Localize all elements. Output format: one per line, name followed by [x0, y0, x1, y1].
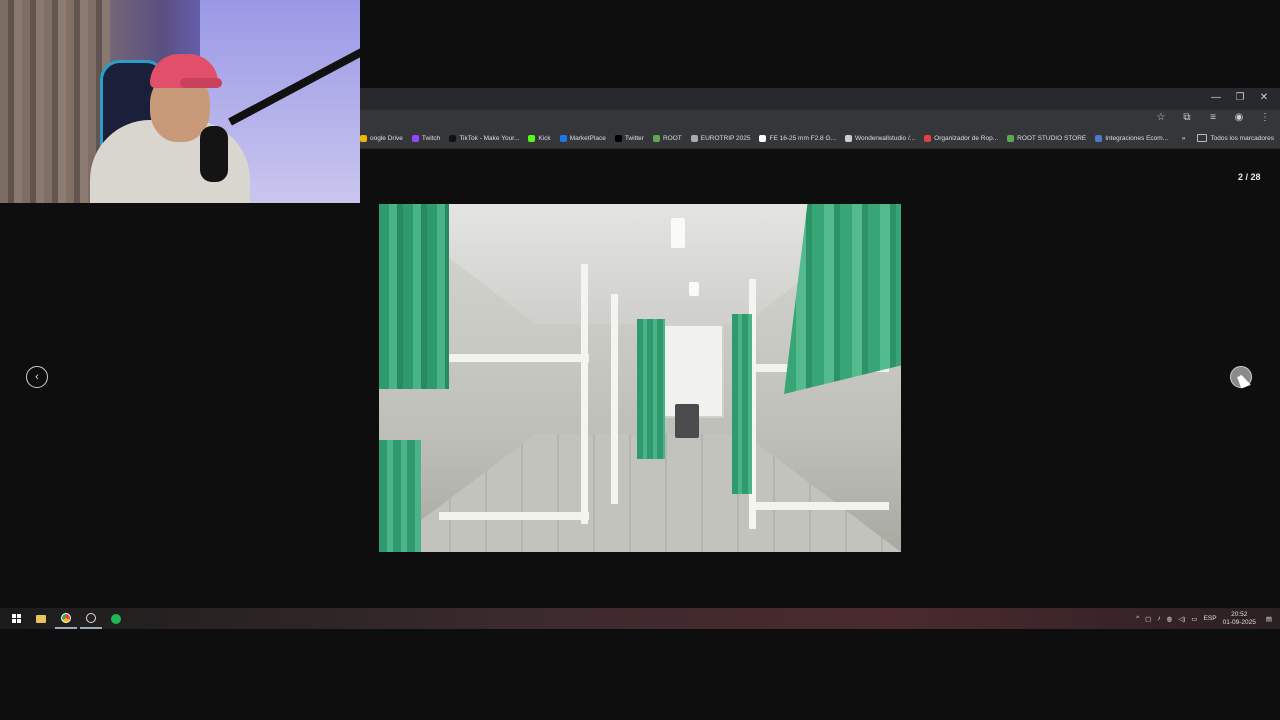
clock-date: 01-09-2025: [1222, 618, 1256, 626]
extensions-icon[interactable]: ⧉: [1180, 111, 1194, 125]
bookmark-label: Twitter: [624, 134, 644, 142]
hostel-dorm-photo: [379, 204, 901, 552]
toolbar-icons: ☆ ⧉ ≡ ◉ ⋮: [1154, 111, 1272, 125]
photo-light-far: [689, 282, 699, 296]
doc-icon: [1095, 134, 1103, 142]
windows-icon: [11, 614, 21, 623]
bookmark-item[interactable]: ROOT: [652, 134, 682, 142]
facebook-icon: [559, 134, 567, 142]
bookmark-item[interactable]: Twitter: [614, 134, 644, 142]
all-bookmarks-button[interactable]: Todos los marcadores: [1197, 134, 1274, 142]
photo-post-left: [581, 264, 588, 524]
bookmark-label: ROOT STUDIO STORE: [1017, 134, 1087, 142]
more-bookmarks-icon[interactable]: »: [1182, 135, 1186, 142]
photo-curtain-left-lower: [379, 440, 421, 552]
minimize-icon[interactable]: —: [1208, 90, 1224, 106]
bookmark-label: MarketPlace: [569, 134, 606, 142]
photo-curtain-mid-left: [637, 319, 665, 459]
bookmark-item[interactable]: FE 16-25 mm F2.8 G...: [759, 134, 836, 142]
photo-curtain-mid-right: [732, 314, 752, 494]
browser-titlebar: — ❐ ✕: [360, 88, 1280, 110]
bookmark-label: oogle Drive: [370, 134, 403, 142]
bookmarks-right: » Todos los marcadores: [1182, 128, 1274, 148]
twitch-icon: [411, 134, 419, 142]
obs-icon: [86, 612, 96, 623]
bookmark-item[interactable]: EUROTRIP 2025: [690, 134, 751, 142]
restore-icon[interactable]: ❐: [1232, 90, 1248, 106]
system-tray: ^ ▢ ♪ ◍ ◁) ▭ ESP 20:52 01-09-2025 ▤: [1136, 608, 1272, 629]
image-counter: 2 / 28: [1238, 172, 1261, 182]
photo-suitcase: [675, 404, 699, 438]
bookmark-label: Wonderwallstudio /...: [854, 134, 916, 142]
network-icon[interactable]: ◍: [1167, 615, 1173, 623]
tray-app-icon[interactable]: ▢: [1145, 615, 1151, 623]
bookmark-label: FE 16-25 mm F2.8 G...: [769, 134, 836, 142]
window-controls: — ❐ ✕: [1208, 90, 1272, 106]
spotify-icon: [111, 613, 121, 624]
clock[interactable]: 20:52 01-09-2025: [1223, 611, 1256, 627]
bookmark-label: EUROTRIP 2025: [700, 134, 751, 142]
media-icon[interactable]: ≡: [1206, 111, 1220, 125]
photo-bunk-left: [439, 354, 589, 520]
google-drive-icon: [360, 134, 367, 142]
sony-icon: [759, 134, 767, 142]
bookmark-label: TikTok - Make Your...: [459, 134, 520, 142]
x-icon: [614, 134, 622, 142]
folder-icon: [1197, 134, 1208, 142]
language-indicator[interactable]: ESP: [1204, 615, 1217, 622]
bookmark-label: ROOT: [662, 134, 682, 142]
microphone: [200, 126, 228, 182]
kick-icon: [528, 134, 536, 142]
previous-image-button[interactable]: ‹: [26, 366, 48, 388]
all-bookmarks-label: Todos los marcadores: [1210, 134, 1274, 142]
bookmark-item[interactable]: ROOT STUDIO STORE: [1007, 134, 1087, 142]
bookmark-item[interactable]: Integraciones Ecom...: [1095, 134, 1169, 142]
bookmark-item[interactable]: Wonderwallstudio /...: [844, 134, 916, 142]
menu-icon[interactable]: ⋮: [1258, 111, 1272, 125]
tiktok-icon: [449, 134, 457, 142]
close-icon[interactable]: ✕: [1256, 90, 1272, 106]
star-icon[interactable]: ☆: [1154, 111, 1168, 125]
taskbar-spotify[interactable]: [105, 608, 127, 629]
bookmarks-bar: oogle Drive Twitch TikTok - Make Your... Ki…: [360, 128, 1280, 149]
shopify-icon: [1007, 134, 1015, 142]
folder-icon: [36, 614, 46, 623]
bookmark-label: Twitch: [421, 134, 441, 142]
photo-curtain-left: [379, 204, 449, 389]
chrome-icon: [61, 612, 71, 623]
profile-icon[interactable]: ◉: [1232, 111, 1246, 125]
photo-post-left-2: [611, 294, 618, 504]
notifications-icon[interactable]: ▤: [1266, 615, 1272, 623]
folder-icon: [690, 134, 698, 142]
taskbar-obs[interactable]: [80, 608, 102, 629]
taskbar-file-explorer[interactable]: [30, 608, 52, 629]
bookmark-label: Organizador de Rop...: [934, 134, 999, 142]
display-icon[interactable]: ▭: [1191, 615, 1197, 623]
clock-time: 20:52: [1231, 610, 1248, 618]
bookmark-item[interactable]: Kick: [528, 134, 551, 142]
bookmark-item[interactable]: MarketPlace: [559, 134, 606, 142]
photo-bunk-right: [749, 364, 889, 510]
streamer-cap-brim: [180, 78, 222, 88]
volume-icon[interactable]: ◁): [1178, 615, 1185, 623]
shopify-icon: [652, 134, 660, 142]
photo-light: [671, 218, 685, 248]
bookmark-item[interactable]: Twitch: [411, 134, 441, 142]
bookmark-item[interactable]: oogle Drive: [360, 134, 403, 142]
microphone-icon[interactable]: ♪: [1157, 615, 1160, 622]
taskbar-chrome[interactable]: [55, 608, 77, 629]
cube-icon: [924, 134, 932, 142]
browser-toolbar: ☆ ⧉ ≡ ◉ ⋮: [360, 110, 1280, 128]
page-icon: [844, 134, 852, 142]
bookmark-label: Integraciones Ecom...: [1105, 134, 1169, 142]
webcam-overlay: [0, 0, 360, 203]
windows-taskbar: ^ ▢ ♪ ◍ ◁) ▭ ESP 20:52 01-09-2025 ▤: [0, 608, 1280, 629]
bookmark-item[interactable]: TikTok - Make Your...: [449, 134, 520, 142]
bookmark-item[interactable]: Organizador de Rop...: [924, 134, 999, 142]
start-button[interactable]: [5, 608, 27, 629]
bookmark-label: Kick: [538, 134, 551, 142]
tray-chevron-icon[interactable]: ^: [1136, 615, 1139, 622]
